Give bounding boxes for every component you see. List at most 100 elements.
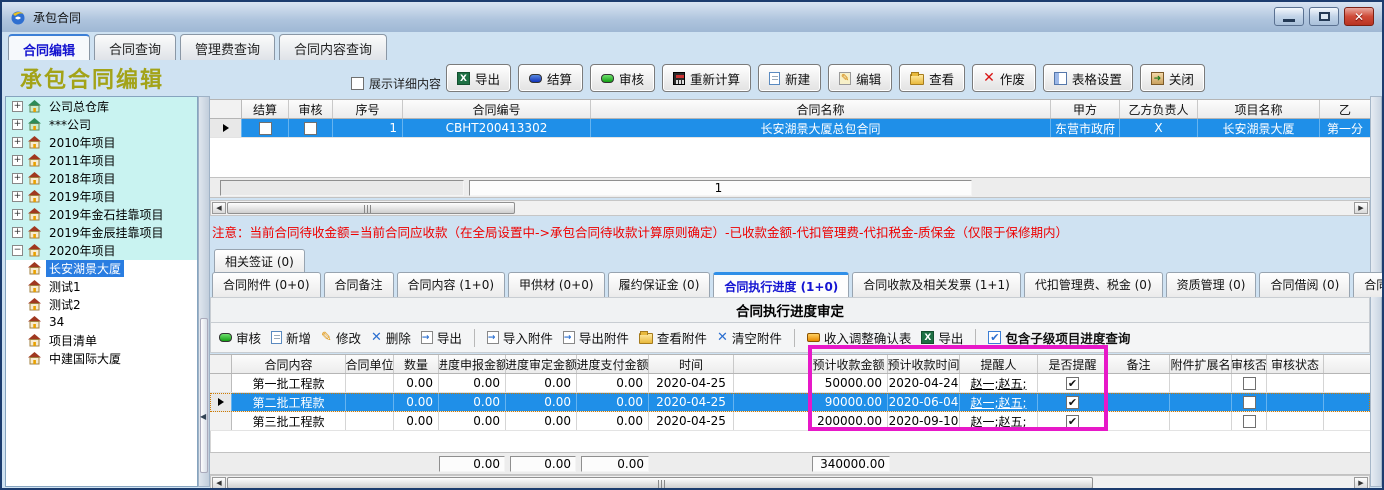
tab-qualification[interactable]: 资质管理 (0) xyxy=(1166,272,1257,297)
expand-icon[interactable] xyxy=(12,155,23,166)
tree-item-warehouse[interactable]: 公司总仓库 xyxy=(6,97,197,115)
col-settle[interactable]: 结算 xyxy=(242,100,289,118)
tab-reminder[interactable]: 合同提醒 (0) xyxy=(1353,272,1384,297)
include-children-checkbox[interactable] xyxy=(988,331,1001,344)
scroll-right-icon[interactable]: ▶ xyxy=(1354,202,1368,214)
progress-row-3[interactable]: 第三批工程款 0.00 0.00 0.00 0.00 2020-04-25 20… xyxy=(210,412,1370,431)
tree-item-changan[interactable]: 长安湖景大厦 xyxy=(6,259,197,277)
export-button[interactable]: 导出 xyxy=(446,64,511,92)
tree-item-test2[interactable]: 测试2 xyxy=(6,295,197,313)
col-date[interactable]: 时间 xyxy=(649,355,734,373)
expand-icon[interactable] xyxy=(12,173,23,184)
close-page-button[interactable]: 关闭 xyxy=(1140,64,1205,92)
void-button[interactable]: 作废 xyxy=(972,64,1036,92)
recalculate-button[interactable]: 重新计算 xyxy=(662,64,751,92)
tab-borrowing[interactable]: 合同借阅 (0) xyxy=(1259,272,1350,297)
tree-item-company[interactable]: ***公司 xyxy=(6,115,197,133)
tab-contract-query[interactable]: 合同查询 xyxy=(94,34,176,60)
tree-item-34[interactable]: 34 xyxy=(6,313,197,331)
import-attachment-button[interactable]: 导入附件 xyxy=(487,328,553,347)
edit-button[interactable]: 编辑 xyxy=(828,64,892,92)
export-attachment-button[interactable]: 导出附件 xyxy=(563,328,629,347)
remind-checkbox[interactable] xyxy=(1066,415,1079,428)
new-button[interactable]: 新建 xyxy=(758,64,821,92)
tree-item-2011[interactable]: 2011年项目 xyxy=(6,151,197,169)
progress-row-2[interactable]: 第二批工程款 0.00 0.00 0.00 0.00 2020-04-25 90… xyxy=(210,393,1370,412)
tree-item-2020[interactable]: 2020年项目 xyxy=(6,241,197,259)
minimize-button[interactable] xyxy=(1274,7,1304,26)
tree-item-2019-jinshi[interactable]: 2019年金石挂靠项目 xyxy=(6,205,197,223)
tab-execution-progress[interactable]: 合同执行进度 (1+0) xyxy=(713,272,849,297)
col-party-b-manager[interactable]: 乙方负责人 xyxy=(1120,100,1198,118)
view-button[interactable]: 查看 xyxy=(899,64,965,92)
tab-performance-bond[interactable]: 履约保证金 (0) xyxy=(608,272,711,297)
remind-checkbox[interactable] xyxy=(1066,377,1079,390)
tab-receipts-invoices[interactable]: 合同收款及相关发票 (1+1) xyxy=(852,272,1021,297)
expand-icon[interactable] xyxy=(12,191,23,202)
progress-row-1[interactable]: 第一批工程款 0.00 0.00 0.00 0.00 2020-04-25 50… xyxy=(210,374,1370,393)
col-approved[interactable]: 进度审定金额 xyxy=(506,355,577,373)
scroll-left-icon[interactable]: ◀ xyxy=(212,202,226,214)
contract-grid-hscrollbar[interactable]: ◀ ▶ xyxy=(210,200,1370,216)
col-party-a[interactable]: 甲方 xyxy=(1051,100,1120,118)
scroll-right-icon[interactable]: ▶ xyxy=(1354,477,1368,489)
col-project[interactable]: 项目名称 xyxy=(1198,100,1320,118)
progress-add-button[interactable]: 新增 xyxy=(271,328,311,347)
progress-modify-button[interactable]: 修改 xyxy=(321,328,361,347)
tab-remarks[interactable]: 合同备注 xyxy=(324,272,394,297)
maximize-button[interactable] xyxy=(1309,7,1339,26)
collapse-icon[interactable] xyxy=(12,245,23,256)
scroll-left-icon[interactable]: ◀ xyxy=(212,477,226,489)
splitter-thumb[interactable] xyxy=(200,318,208,473)
tab-owner-materials[interactable]: 甲供材 (0+0) xyxy=(508,272,605,297)
progress-delete-button[interactable]: 删除 xyxy=(371,328,411,347)
col-audit[interactable]: 审核 xyxy=(289,100,333,118)
settle-checkbox[interactable] xyxy=(259,122,272,135)
clear-attachment-button[interactable]: 清空附件 xyxy=(717,328,782,347)
audited-checkbox[interactable] xyxy=(1243,396,1256,409)
tree-item-2010[interactable]: 2010年项目 xyxy=(6,133,197,151)
income-adjust-button[interactable]: 收入调整确认表 xyxy=(807,328,912,347)
col-unit[interactable]: 合同单位 xyxy=(346,355,394,373)
progress-audit-button[interactable]: 审核 xyxy=(219,328,261,347)
progress-grid-hscrollbar[interactable]: ◀ ▶ xyxy=(210,475,1370,490)
tab-attachments[interactable]: 合同附件 (0+0) xyxy=(212,272,321,297)
audited-checkbox[interactable] xyxy=(1243,415,1256,428)
table-settings-button[interactable]: 表格设置 xyxy=(1043,64,1133,92)
expand-icon[interactable] xyxy=(12,119,23,130)
col-expected-amount[interactable]: 预计收款金额 xyxy=(810,355,888,373)
tree-item-test1[interactable]: 测试1 xyxy=(6,277,197,295)
col-ext[interactable]: 附件扩展名 xyxy=(1170,355,1232,373)
col-remind-flag[interactable]: 是否提醒 xyxy=(1038,355,1108,373)
expand-icon[interactable] xyxy=(12,227,23,238)
show-detail-checkbox[interactable] xyxy=(351,77,364,90)
tree-item-project-list[interactable]: 项目清单 xyxy=(6,331,197,349)
col-party-b[interactable]: 乙 xyxy=(1320,100,1370,118)
tab-contract-content-query[interactable]: 合同内容查询 xyxy=(279,34,387,60)
col-reminder[interactable]: 提醒人 xyxy=(960,355,1038,373)
col-seq[interactable]: 序号 xyxy=(333,100,403,118)
close-button[interactable]: ✕ xyxy=(1344,7,1374,26)
col-qty[interactable]: 数量 xyxy=(394,355,439,373)
expand-icon[interactable] xyxy=(12,137,23,148)
tab-content[interactable]: 合同内容 (1+0) xyxy=(397,272,506,297)
tree-splitter[interactable]: ◀ xyxy=(198,96,210,487)
col-content[interactable]: 合同内容 xyxy=(232,355,346,373)
show-detail-option[interactable]: 展示详细内容 xyxy=(351,75,441,92)
tab-signatures[interactable]: 相关签证 (0) xyxy=(214,249,305,272)
col-note[interactable]: 备注 xyxy=(1108,355,1170,373)
col-audit-status[interactable]: 审核状态 xyxy=(1267,355,1324,373)
tab-contract-edit[interactable]: 合同编辑 xyxy=(8,34,90,60)
tab-withheld-fees[interactable]: 代扣管理费、税金 (0) xyxy=(1024,272,1163,297)
audit-button[interactable]: 审核 xyxy=(590,64,655,92)
settle-button[interactable]: 结算 xyxy=(518,64,583,92)
col-audited[interactable]: 审核否 xyxy=(1232,355,1267,373)
tree-item-2019[interactable]: 2019年项目 xyxy=(6,187,197,205)
progress-export-button[interactable]: 导出 xyxy=(421,328,462,347)
include-children-option[interactable]: 包含子级项目进度查询 xyxy=(988,328,1130,347)
audited-checkbox[interactable] xyxy=(1243,377,1256,390)
remind-checkbox[interactable] xyxy=(1066,396,1079,409)
col-code[interactable]: 合同编号 xyxy=(403,100,591,118)
contract-row[interactable]: 1 CBHT200413302 长安湖景大厦总包合同 东营市政府 X 长安湖景大… xyxy=(210,119,1370,138)
expand-icon[interactable] xyxy=(12,209,23,220)
